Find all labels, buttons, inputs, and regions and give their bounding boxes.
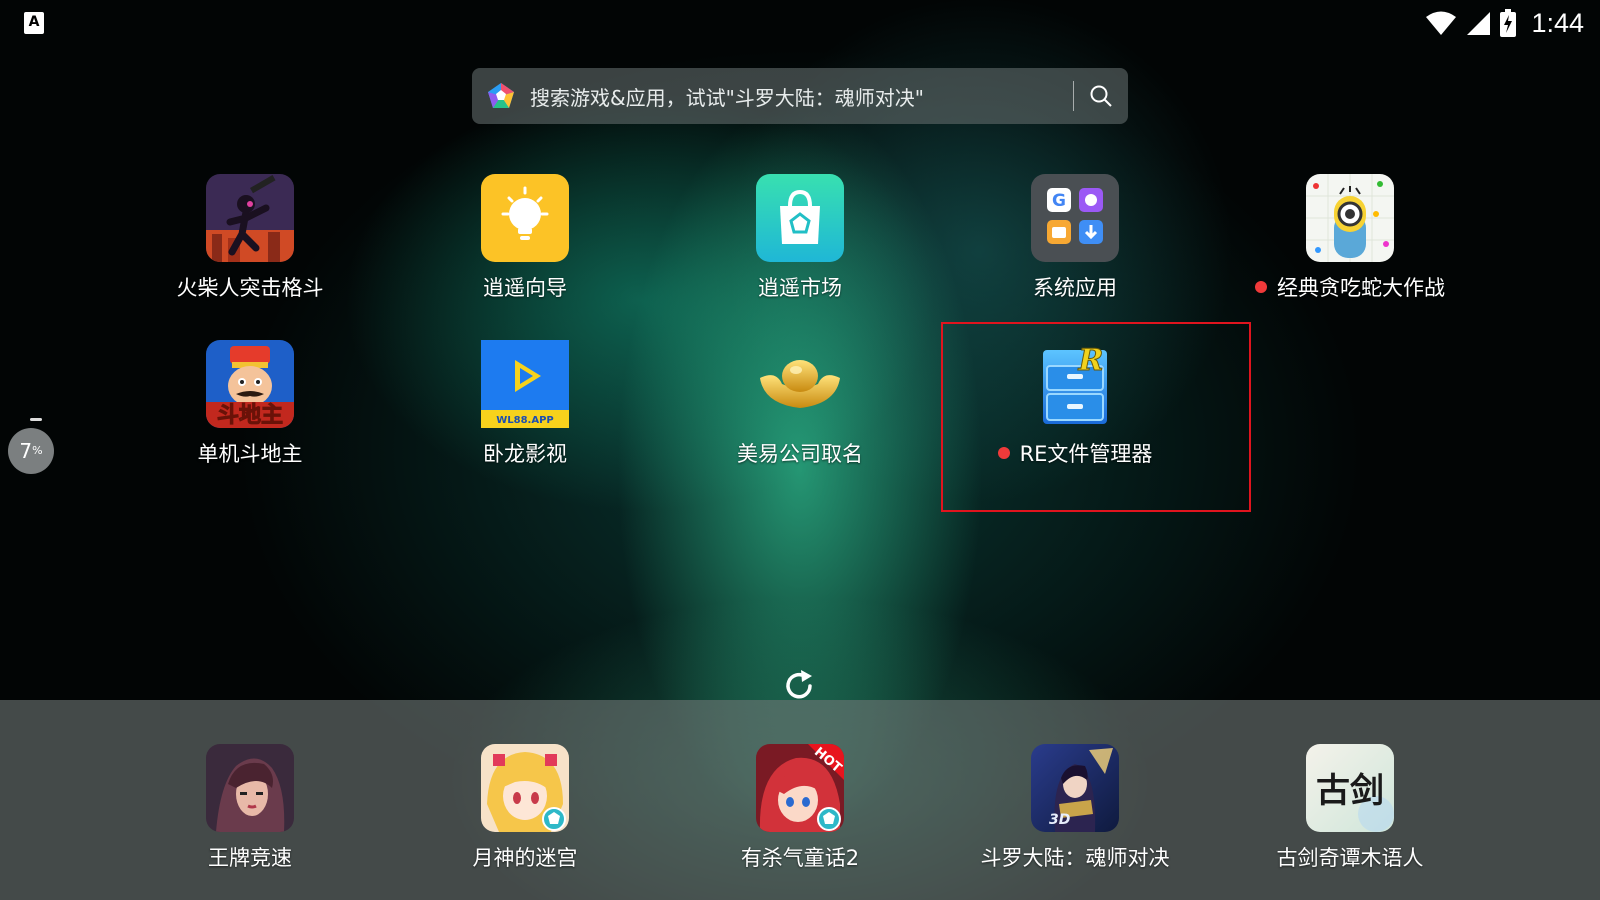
racing-girl-icon [206,744,294,832]
red-hair-girl-icon: HOT [756,744,844,832]
dock-app-douluo[interactable]: 3D 斗罗大陆：魂师对决 [950,744,1200,872]
app-label: 美易公司取名 [737,442,863,466]
app-xiaoyao-guide[interactable]: 逍遥向导 [400,174,650,302]
app-stickman-fighter[interactable]: 火柴人突击格斗 [125,174,375,302]
warrior-3d-icon: 3D [1031,744,1119,832]
search-button[interactable] [1074,68,1128,124]
calligraphy-icon: 古剑 [1306,744,1394,832]
svg-text:G: G [1052,191,1066,211]
refresh-icon [786,670,812,699]
app-xiaoyao-market[interactable]: 逍遥市场 [675,174,925,302]
app-label: 经典贪吃蛇大作战 [1255,272,1445,302]
app-label: 逍遥市场 [758,276,842,300]
app-label: 系统应用 [1033,276,1117,300]
search-icon [1090,85,1112,107]
status-icons: 1:44 [1425,6,1584,40]
app-wolong-video[interactable]: WL88.APP 卧龙影视 [400,340,650,468]
anime-girl-icon [481,744,569,832]
lightbulb-icon [481,174,569,262]
shopping-bag-icon [756,174,844,262]
dock-app-racing[interactable]: 王牌竞速 [125,744,375,872]
notification-icon: A [24,12,44,34]
wolong-badge-text: WL88.APP [496,415,554,426]
app-meiyi-naming[interactable]: 美易公司取名 [675,340,925,468]
dock-app-moon-maze[interactable]: 月神的迷宫 [400,744,650,872]
wifi-icon [1425,10,1457,36]
snake-game-icon [1306,174,1394,262]
float-indicator [30,418,42,421]
svg-text:斗地主: 斗地主 [217,403,283,428]
search-bar[interactable]: 搜索游戏&应用，试试"斗罗大陆：魂师对决" [472,68,1128,124]
app-system-apps[interactable]: G 系统应用 [950,174,1200,302]
battery-charging-icon [1499,9,1517,37]
app-label: 卧龙影视 [483,442,567,466]
app-label: 有杀气童话2 [740,846,860,870]
app-label: 斗罗大陆：魂师对决 [980,846,1170,870]
status-bar: A 1:44 [0,0,1600,46]
app-label: 王牌竞速 [208,846,292,870]
gujian-badge-text: 古剑 [1316,771,1384,811]
app-snake-game[interactable]: 经典贪吃蛇大作战 [1225,174,1475,302]
system-apps-folder-icon: G [1031,174,1119,262]
floating-assistant-button[interactable]: 7% [8,428,54,474]
refresh-button[interactable] [781,668,817,704]
play-video-icon: WL88.APP [481,340,569,428]
status-clock: 1:44 [1531,7,1584,38]
app-label: 火柴人突击格斗 [176,276,324,300]
app-doudizhu[interactable]: 斗地主 单机斗地主 [125,340,375,468]
signal-icon [1465,10,1491,36]
new-badge-dot [1255,281,1267,293]
app-label: 月神的迷宫 [472,846,578,870]
highlight-box [941,322,1251,512]
dock-app-fairy-tale-2[interactable]: HOT 有杀气童话2 [675,744,925,872]
app-label: 古剑奇谭木语人 [1276,846,1424,870]
app-label: 单机斗地主 [197,442,303,466]
recommended-dock: 王牌竞速 月神的迷宫 HOT 有杀气童话2 3D 斗罗大陆：魂师对决 古剑 古剑… [0,700,1600,900]
colorful-pentagon-logo [486,81,516,111]
gold-ingot-icon [756,340,844,428]
3d-badge-text: 3D [1049,812,1070,828]
dock-app-gujian[interactable]: 古剑 古剑奇谭木语人 [1225,744,1475,872]
doudizhu-icon: 斗地主 [206,340,294,428]
stickman-fighter-icon [206,174,294,262]
search-input[interactable]: 搜索游戏&应用，试试"斗罗大陆：魂师对决" [530,82,1073,111]
app-label: 逍遥向导 [483,276,567,300]
